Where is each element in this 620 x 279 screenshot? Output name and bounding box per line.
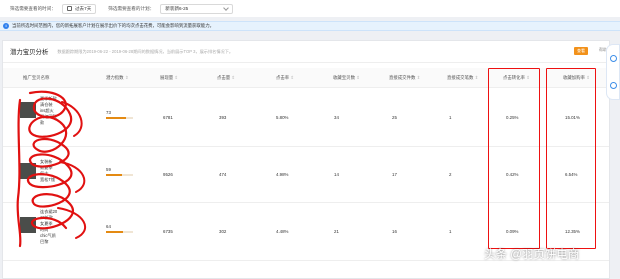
potential-value: 64 bbox=[106, 224, 111, 229]
feedback-icon[interactable] bbox=[609, 55, 617, 62]
plan-filter-label: 筛选需要查看的计划： bbox=[108, 5, 155, 11]
th-favorites[interactable]: 收藏宝贝数 ⇕ bbox=[333, 75, 360, 81]
direct-orders-value: 2 bbox=[449, 172, 452, 177]
info-icon: i bbox=[3, 23, 9, 29]
sort-icon: ⇕ bbox=[231, 75, 236, 80]
annotation-box-fav-cart-rate bbox=[546, 68, 596, 249]
calendar-icon bbox=[66, 6, 72, 11]
potential-value: 59 bbox=[106, 167, 111, 172]
potential-bar-fill bbox=[106, 231, 124, 233]
clicks-value: 302 bbox=[219, 229, 227, 234]
th-potential[interactable]: 潜力指数 ⇕ bbox=[106, 75, 129, 81]
card-note: 数据跟踪期限为2019-06-22 - 2019-06-28期间的数据情况，当前… bbox=[57, 48, 234, 54]
sort-icon: ⇕ bbox=[474, 75, 479, 80]
chevron-down-icon bbox=[223, 4, 230, 11]
notice-banner: i 当前所选时间范围内，您的新拓展客户计划在展示出价下的均次点击花费，可能会影响… bbox=[0, 21, 620, 31]
favorites-value: 21 bbox=[334, 229, 339, 234]
ctr-value: 4.48% bbox=[276, 229, 289, 234]
plan-select[interactable]: 新装新6-25 bbox=[160, 3, 234, 14]
direct-orders-value: 1 bbox=[449, 229, 452, 234]
watermark: 头条 @羽页饼电商 bbox=[484, 249, 580, 261]
th-impressions[interactable]: 展现量 ⇕ bbox=[160, 75, 178, 81]
annotation-scribble bbox=[16, 90, 87, 248]
direct-orders-value: 1 bbox=[449, 115, 452, 120]
sort-icon: ⇕ bbox=[174, 75, 179, 80]
sort-icon: ⇕ bbox=[290, 75, 295, 80]
impressions-value: 6781 bbox=[163, 115, 173, 120]
potential-bar-fill bbox=[106, 117, 126, 119]
clicks-value: 393 bbox=[219, 115, 227, 120]
favorites-value: 14 bbox=[334, 172, 339, 177]
direct-items-value: 17 bbox=[392, 172, 397, 177]
impressions-value: 9526 bbox=[163, 172, 173, 177]
potential-bar bbox=[106, 117, 133, 119]
potential-bar bbox=[106, 174, 133, 176]
view-button[interactable]: 查看 bbox=[574, 47, 588, 55]
th-direct-orders[interactable]: 直接成交笔数 ⇕ bbox=[447, 75, 478, 81]
plan-select-value: 新装新6-25 bbox=[165, 5, 189, 11]
impressions-value: 6735 bbox=[163, 229, 173, 234]
sort-icon: ⇕ bbox=[124, 75, 129, 80]
date-range-select[interactable]: 过去7天 bbox=[61, 3, 97, 14]
th-direct-items[interactable]: 直接成交件数 ⇕ bbox=[389, 75, 420, 81]
card-title: 潜力宝贝分析 bbox=[10, 49, 49, 56]
direct-items-value: 16 bbox=[392, 229, 397, 234]
filter-bar: 筛选需要查看的时间： 过去7天 筛选需要查看的计划： 新装新6-25 bbox=[0, 0, 620, 17]
th-product[interactable]: 推广宝贝名称 bbox=[23, 75, 49, 81]
sort-icon: ⇕ bbox=[416, 75, 421, 80]
notice-text: 当前所选时间范围内，您的新拓展客户计划在展示出价下的均次点击花费，可能会影响到流… bbox=[12, 23, 214, 28]
date-range-value: 过去7天 bbox=[74, 5, 92, 11]
potential-bar bbox=[106, 231, 133, 233]
direct-items-value: 25 bbox=[392, 115, 397, 120]
ctr-value: 5.80% bbox=[276, 115, 289, 120]
th-clicks[interactable]: 点击量 ⇕ bbox=[217, 75, 235, 81]
card-header: 潜力宝贝分析 数据跟踪期限为2019-06-22 - 2019-06-28期间的… bbox=[3, 41, 609, 63]
potential-value: 73 bbox=[106, 110, 111, 115]
date-filter-label: 筛选需要查看的时间： bbox=[10, 5, 56, 11]
favorites-value: 34 bbox=[334, 115, 339, 120]
chat-icon[interactable] bbox=[609, 82, 617, 89]
clicks-value: 474 bbox=[219, 172, 227, 177]
floating-tool-rail bbox=[606, 44, 620, 100]
potential-bar-fill bbox=[106, 174, 122, 176]
th-ctr[interactable]: 点击率 ⇕ bbox=[276, 75, 294, 81]
annotation-box-click-cvr bbox=[488, 68, 540, 249]
ctr-value: 4.98% bbox=[276, 172, 289, 177]
sort-icon: ⇕ bbox=[356, 75, 360, 80]
